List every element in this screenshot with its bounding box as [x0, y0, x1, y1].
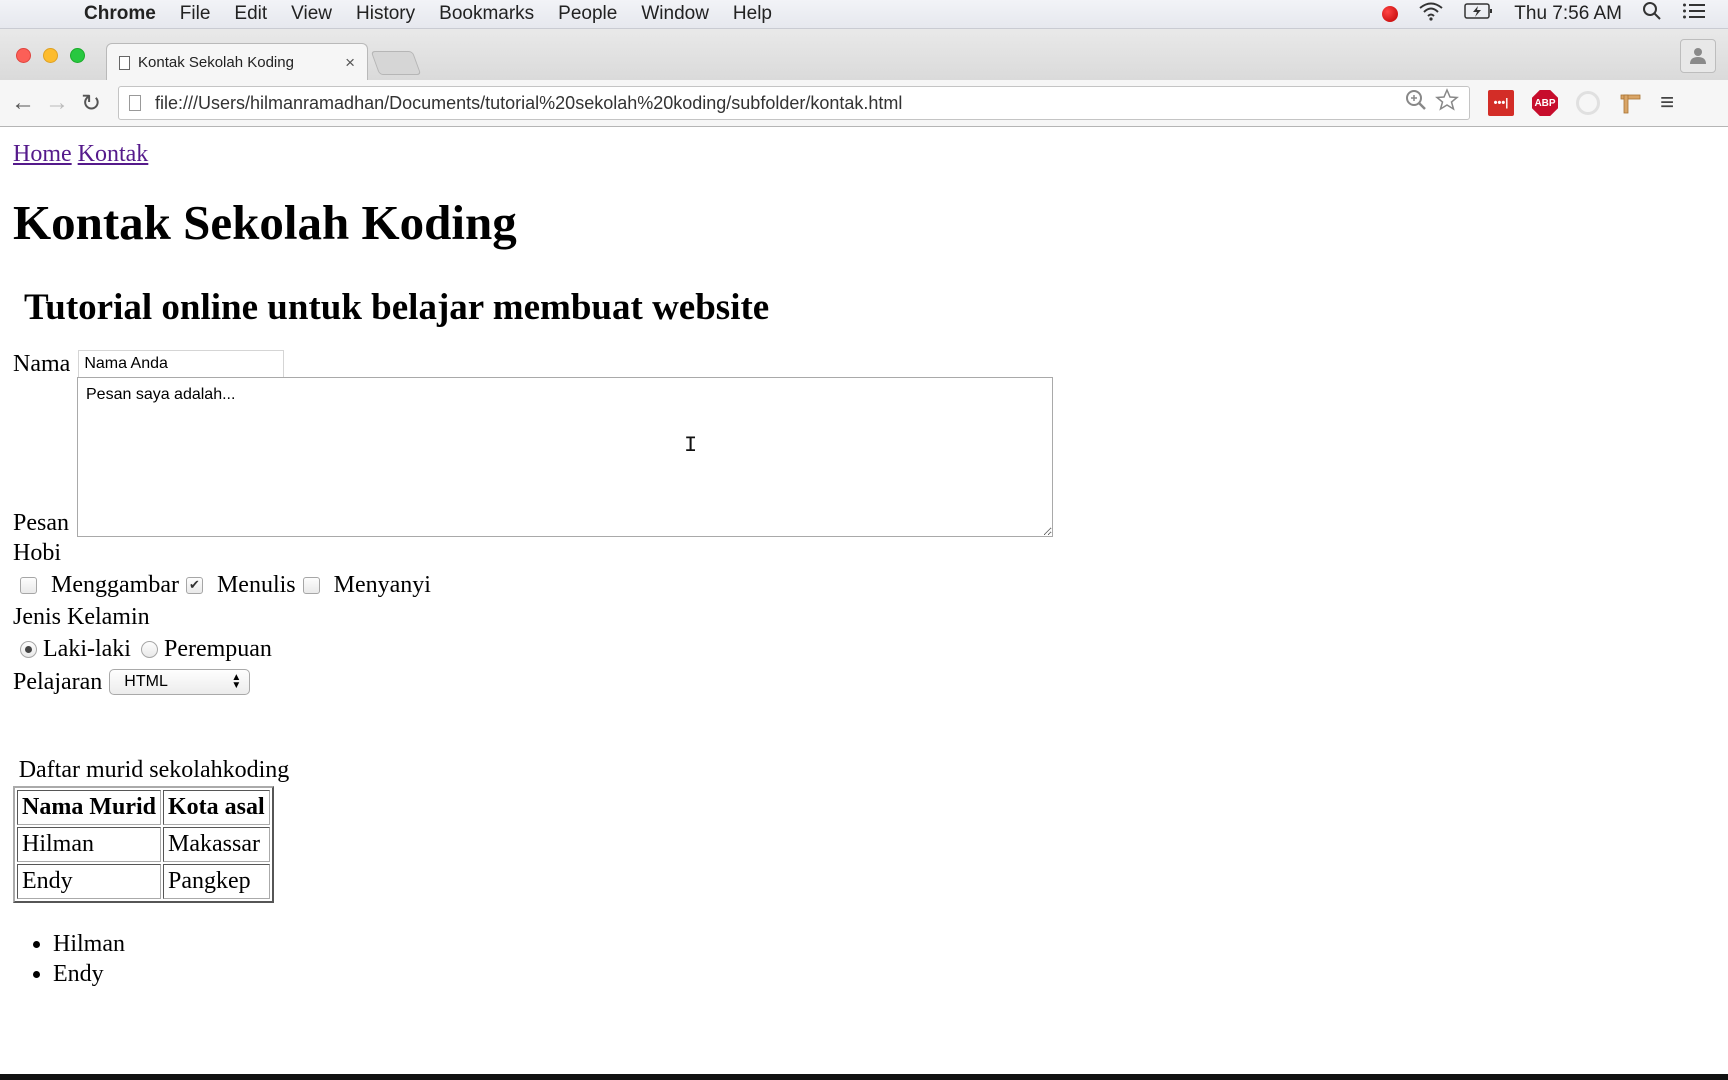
hobi-checkbox-group: Menggambar ✔ Menulis Menyanyi — [13, 569, 1728, 601]
radio-laki-laki[interactable] — [20, 640, 37, 658]
menu-bookmarks[interactable]: Bookmarks — [427, 3, 546, 25]
table-cell: Hilman — [17, 827, 161, 863]
macos-menu-bar: Chrome File Edit View History Bookmarks … — [0, 0, 1728, 29]
nama-input[interactable] — [78, 350, 285, 379]
bookmark-star-icon[interactable] — [1435, 88, 1459, 118]
table-row: Endy Pangkep — [17, 864, 270, 900]
back-button[interactable]: ← — [6, 89, 40, 117]
radio-label-perempuan: Perempuan — [163, 635, 272, 662]
new-tab-button[interactable] — [370, 51, 422, 75]
menu-help[interactable]: Help — [721, 3, 784, 25]
checkbox-label-menulis: Menulis — [216, 571, 296, 598]
forward-button[interactable]: → — [40, 89, 74, 117]
close-tab-icon[interactable]: × — [345, 53, 355, 73]
window-minimize-button[interactable] — [43, 48, 58, 63]
table-cell: Endy — [17, 864, 161, 900]
checkbox-menyanyi[interactable] — [302, 576, 320, 594]
link-kontak[interactable]: Kontak — [78, 141, 149, 167]
nama-row: Nama — [13, 350, 1728, 379]
browser-tab-strip: Kontak Sekolah Koding × — [0, 29, 1728, 81]
record-icon[interactable] — [1382, 6, 1399, 22]
pesan-label: Pesan — [13, 510, 69, 537]
profile-button[interactable] — [1680, 39, 1716, 73]
radio-label-laki-laki: Laki-laki — [43, 635, 131, 662]
person-icon — [1690, 48, 1706, 64]
table-cell: Makassar — [163, 827, 270, 863]
notification-center-icon[interactable] — [1682, 2, 1706, 26]
radio-selected-dot — [25, 645, 32, 653]
zoom-icon[interactable] — [1405, 89, 1427, 117]
hobi-label: Hobi — [13, 540, 61, 567]
chrome-menu-icon[interactable]: ≡ — [1660, 89, 1674, 117]
menu-window[interactable]: Window — [629, 3, 721, 25]
browser-toolbar: ← → ↻ file:///Users/hilmanramadhan/Docum… — [0, 80, 1728, 127]
menu-history[interactable]: History — [344, 3, 427, 25]
clock[interactable]: Thu 7:56 AM — [1514, 3, 1622, 25]
spotlight-search-icon[interactable] — [1642, 1, 1662, 27]
menu-app-chrome[interactable]: Chrome — [72, 3, 168, 25]
ruler-extension-icon[interactable] — [1618, 91, 1642, 115]
nama-label: Nama — [13, 351, 71, 378]
page-title: Kontak Sekolah Koding — [13, 195, 517, 250]
text-cursor-icon: I — [684, 433, 698, 458]
window-close-button[interactable] — [16, 48, 31, 63]
list-item: Hilman — [53, 929, 1728, 959]
menu-people[interactable]: People — [546, 3, 629, 25]
murid-table: Nama Murid Kota asal Hilman Makassar End… — [13, 786, 274, 904]
table-header-cell: Nama Murid — [17, 790, 161, 826]
select-arrows-icon: ▲ ▼ — [231, 672, 242, 692]
table-row: Hilman Makassar — [17, 827, 270, 863]
checkbox-label-menggambar: Menggambar — [51, 571, 179, 598]
link-home[interactable]: Home — [13, 141, 72, 167]
murid-table-section: Daftar murid sekolahkoding Nama Murid Ko… — [13, 755, 295, 904]
jenis-kelamin-label: Jenis Kelamin — [13, 604, 150, 631]
checkmark-icon: ✔ — [189, 577, 200, 593]
lastpass-extension-icon[interactable]: •••| — [1488, 90, 1514, 116]
checkbox-menulis[interactable]: ✔ — [185, 576, 203, 594]
page-icon — [119, 55, 130, 70]
reload-button[interactable]: ↻ — [74, 89, 108, 118]
pelajaran-selected-value: HTML — [124, 673, 168, 691]
web-page: Home Kontak Kontak Sekolah Koding Tutori… — [0, 127, 1728, 1074]
battery-charging-icon[interactable] — [1464, 2, 1494, 26]
table-caption: Daftar murid sekolahkoding — [18, 757, 290, 784]
table-header-cell: Kota asal — [163, 790, 270, 826]
list-item: Endy — [53, 959, 1728, 989]
wifi-icon[interactable] — [1418, 1, 1444, 27]
pelajaran-row: Pelajaran HTML ▲ ▼ — [13, 665, 1728, 699]
menu-file[interactable]: File — [168, 3, 223, 25]
file-icon — [129, 95, 141, 111]
window-bottom-edge — [0, 1074, 1728, 1080]
radio-perempuan[interactable] — [140, 640, 158, 658]
checkbox-menggambar[interactable] — [20, 576, 37, 594]
checkbox-label-menyanyi: Menyanyi — [333, 571, 431, 598]
table-cell: Pangkep — [163, 864, 270, 900]
pesan-textarea[interactable]: Pesan saya adalah... — [77, 377, 1053, 538]
table-header-row: Nama Murid Kota asal — [17, 790, 270, 826]
url-text[interactable]: file:///Users/hilmanramadhan/Documents/t… — [155, 93, 1405, 114]
nav-links: Home Kontak — [13, 141, 1728, 168]
menu-bar-status-area: Thu 7:56 AM — [1382, 1, 1728, 27]
window-zoom-button[interactable] — [70, 48, 85, 63]
pelajaran-label: Pelajaran — [13, 668, 103, 695]
address-bar[interactable]: file:///Users/hilmanramadhan/Documents/t… — [118, 86, 1470, 120]
pelajaran-select[interactable]: HTML ▲ ▼ — [109, 669, 251, 696]
pesan-row: Pesan Pesan saya adalah... — [13, 377, 1728, 538]
gender-radio-group: Laki-laki Perempuan — [13, 633, 1728, 665]
menu-view[interactable]: View — [279, 3, 344, 25]
extension-swirl-icon[interactable] — [1576, 91, 1600, 115]
page-subtitle: Tutorial online untuk belajar membuat we… — [24, 286, 770, 328]
murid-list: Hilman Endy — [53, 929, 1728, 989]
adblock-plus-extension-icon[interactable]: ABP — [1532, 90, 1558, 116]
menu-edit[interactable]: Edit — [222, 3, 279, 25]
tab-kontak-sekolah-koding[interactable]: Kontak Sekolah Koding × — [106, 43, 368, 81]
tab-title: Kontak Sekolah Koding — [138, 54, 294, 71]
